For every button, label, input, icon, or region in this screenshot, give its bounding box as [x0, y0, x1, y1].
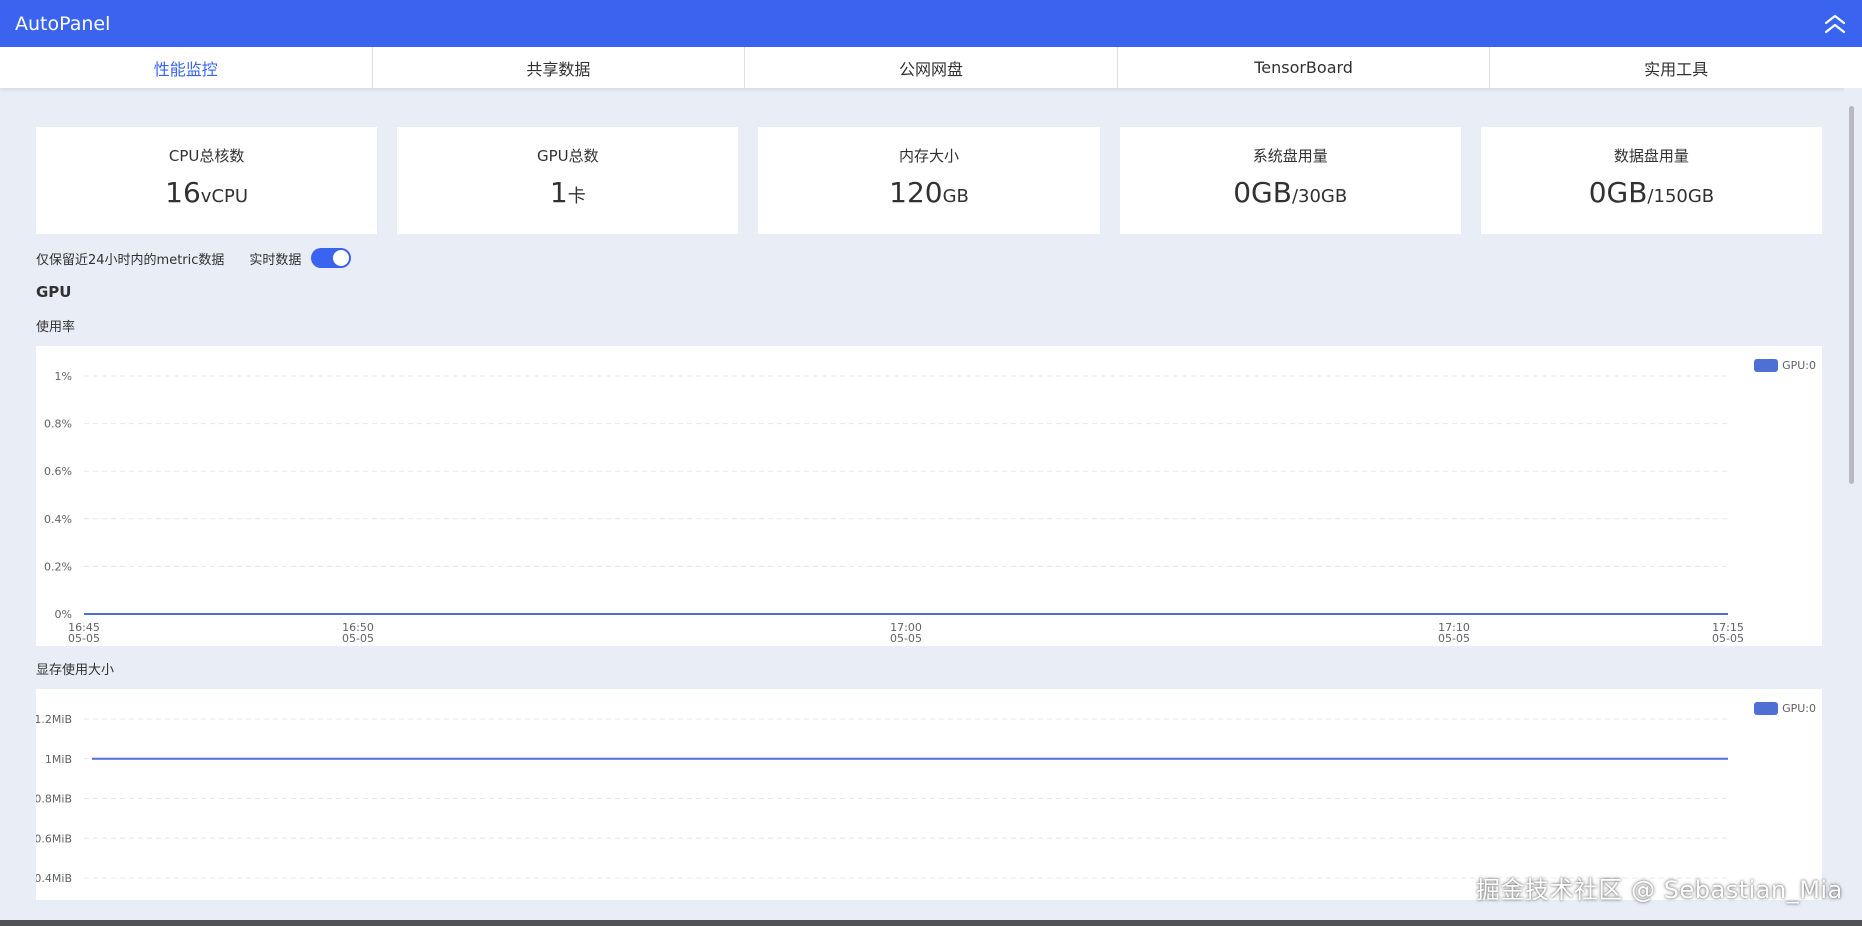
y-tick-label: 1.2MiB: [36, 713, 72, 726]
realtime-label: 实时数据: [249, 252, 302, 268]
chart-vram-usage: 0.4MiB 0.6MiB 0.8MiB 1MiB 1.2MiB GPU:0: [36, 689, 1822, 900]
stat-unit: vCPU: [200, 186, 249, 207]
y-tick-label: 0.6MiB: [36, 832, 72, 845]
stat-card-system-disk: 系统盘用量 0GB/30GB: [1119, 127, 1461, 234]
stat-number: 0GB: [1588, 176, 1648, 209]
stat-label: 系统盘用量: [1252, 147, 1328, 165]
realtime-toggle[interactable]: [311, 248, 352, 268]
toggle-knob: [333, 250, 350, 266]
stat-number: 120: [889, 176, 943, 209]
x-tick-date: 05-05: [68, 632, 100, 645]
retention-note: 仅保留近24小时内的metric数据: [36, 252, 225, 268]
metric-options: 仅保留近24小时内的metric数据 实时数据: [36, 247, 352, 269]
y-tick-label: 1%: [55, 370, 72, 383]
x-tick-date: 05-05: [1438, 632, 1470, 645]
tab-performance-monitor[interactable]: 性能监控: [0, 47, 373, 88]
y-tick-label: 0.8MiB: [36, 793, 72, 806]
y-tick-label: 0.8%: [44, 418, 72, 431]
chart-svg: 0.4MiB 0.6MiB 0.8MiB 1MiB 1.2MiB: [36, 713, 1728, 885]
stat-card-memory: 内存大小 120 GB: [758, 127, 1100, 234]
stat-value: 1卡: [550, 176, 586, 209]
app-title: AutoPanel: [15, 12, 111, 35]
stat-label: 数据盘用量: [1613, 147, 1689, 165]
y-tick-label: 0.4%: [44, 513, 72, 526]
stat-unit: GB: [942, 186, 969, 207]
scrollbar-thumb[interactable]: [1849, 106, 1854, 484]
tab-public-netdisk[interactable]: 公网网盘: [745, 47, 1118, 88]
double-chevron-up-icon[interactable]: [1822, 11, 1848, 37]
y-tick-label: 0.6%: [44, 465, 72, 478]
stat-card-data-disk: 数据盘用量 0GB/150GB: [1480, 127, 1823, 234]
tab-utilities[interactable]: 实用工具: [1490, 47, 1862, 88]
stat-label: GPU总数: [536, 147, 599, 165]
stat-card-gpu: GPU总数 1卡: [397, 127, 739, 234]
stat-unit: /150GB: [1647, 186, 1715, 207]
stat-label: 内存大小: [899, 147, 960, 165]
nav-tabs: 性能监控 共享数据 公网网盘 TensorBoard 实用工具: [0, 47, 1862, 88]
y-tick-label: 0.2%: [44, 560, 72, 573]
legend-swatch: [1754, 359, 1779, 372]
legend-swatch: [1754, 702, 1779, 715]
stat-value: 0GB/30GB: [1233, 176, 1347, 209]
stat-unit: 卡: [567, 186, 586, 207]
watermark: 掘金技术社区 @ Sebastian_Mia: [1476, 876, 1843, 904]
stat-label: CPU总核数: [168, 147, 245, 165]
chart-svg: 0%0.2%0.4%0.6%0.8%1%16:4505-0516:5005-05…: [44, 370, 1744, 645]
x-tick-date: 05-05: [1712, 632, 1744, 645]
chart-legend[interactable]: GPU:0: [1754, 359, 1816, 372]
stat-value: 120 GB: [889, 176, 969, 209]
y-tick-label: 0.4MiB: [36, 872, 72, 885]
x-tick-date: 05-05: [342, 632, 374, 645]
legend-label: GPU:0: [1782, 702, 1816, 715]
stat-value: 16 vCPU: [165, 176, 248, 209]
stats-row: CPU总核数 16 vCPU GPU总数 1卡 内存大小 120 GB 系统盘用量 …: [36, 127, 1823, 234]
stat-value: 0GB/150GB: [1589, 176, 1714, 209]
section-title-gpu: GPU: [36, 283, 72, 301]
legend-label: GPU:0: [1782, 359, 1816, 372]
tab-tensorboard[interactable]: TensorBoard: [1118, 47, 1491, 88]
stat-number: 0GB: [1233, 176, 1292, 209]
y-tick-label: 0%: [55, 608, 72, 621]
window-bottom-edge: [0, 920, 1862, 926]
y-tick-label: 1MiB: [45, 753, 72, 766]
stat-card-cpu: CPU总核数 16 vCPU: [36, 127, 378, 234]
stat-number: 1: [549, 176, 568, 209]
tab-shared-data[interactable]: 共享数据: [373, 47, 746, 88]
chart-gpu-utilization: 0% 0.2% 0.4% 0.6% 0.8% 1% 16:45 05-05 16:50 05-05…: [36, 346, 1822, 646]
stat-number: 16: [165, 176, 201, 209]
stat-unit: /30GB: [1291, 186, 1348, 207]
top-bar: AutoPanel: [0, 0, 1862, 47]
chart-title-utilization: 使用率: [36, 320, 76, 335]
chart-legend[interactable]: GPU:0: [1754, 702, 1816, 715]
chart-title-vram: 显存使用大小: [36, 663, 115, 678]
x-tick-date: 05-05: [890, 632, 922, 645]
